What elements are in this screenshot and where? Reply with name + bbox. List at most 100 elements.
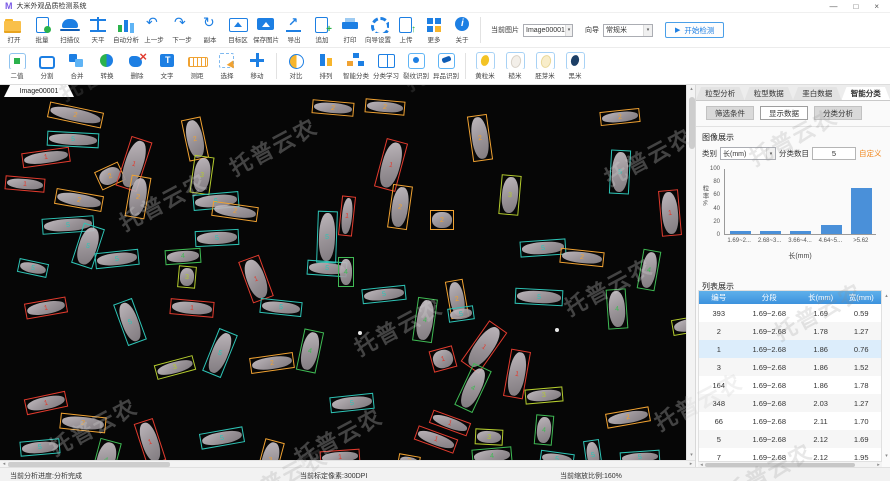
grain-box[interactable]: 3 bbox=[154, 355, 197, 380]
toolbar-item-append[interactable]: 追加 bbox=[308, 13, 336, 47]
custom-link[interactable]: 自定义 bbox=[859, 148, 882, 159]
toolbar-item-target-area[interactable]: 目标区 bbox=[224, 13, 252, 47]
toolbar-item-convert[interactable]: 转换 bbox=[92, 48, 122, 84]
grain-box[interactable]: 4 bbox=[90, 438, 122, 460]
table-row[interactable]: 11.69~2.681.860.76 bbox=[699, 340, 881, 358]
grain-box[interactable]: 5 bbox=[47, 131, 100, 149]
grain-box[interactable]: 2 bbox=[599, 108, 640, 126]
toolbar-item-save-image[interactable]: 保存图片 bbox=[252, 13, 280, 47]
toolbar-item-measure[interactable]: 测距 bbox=[182, 48, 212, 84]
table-header-cell[interactable]: 宽(mm) bbox=[841, 291, 881, 304]
grain-box[interactable]: 5 bbox=[620, 450, 661, 460]
grain-box[interactable]: 1 bbox=[374, 138, 408, 192]
maximize-button[interactable]: □ bbox=[853, 2, 858, 11]
grain-box[interactable]: 5 bbox=[515, 288, 564, 306]
tab-smart-classification[interactable]: 智能分类 bbox=[842, 87, 890, 100]
grain-box[interactable]: 2 bbox=[559, 248, 604, 268]
grain-box[interactable]: 3 bbox=[524, 386, 563, 404]
grain-box[interactable]: 1 bbox=[338, 195, 356, 236]
toolbar-item-select[interactable]: 选择 bbox=[212, 48, 242, 84]
table-row[interactable]: 3931.69~2.681.690.59 bbox=[699, 304, 881, 322]
image-tab[interactable]: Image00001 bbox=[4, 85, 74, 97]
toolbar-item-split[interactable]: 分割 bbox=[32, 48, 62, 84]
grain-box[interactable]: 5 bbox=[113, 298, 147, 346]
toolbar-item-auto-analysis[interactable]: 自动分析 bbox=[112, 13, 140, 47]
grain-box[interactable]: 1 bbox=[320, 449, 361, 460]
table-row[interactable]: 21.69~2.681.781.27 bbox=[699, 322, 881, 340]
grain-box[interactable]: 5 bbox=[316, 211, 338, 264]
toolbar-item-copy[interactable]: 副本 bbox=[196, 13, 224, 47]
toolbar-item-germ-rice[interactable]: 胚芽米 bbox=[530, 48, 560, 84]
table-row[interactable]: 71.69~2.682.121.95 bbox=[699, 448, 881, 462]
start-detection-button[interactable]: ▶ 开始检测 bbox=[665, 22, 724, 38]
grain-box[interactable]: 5 bbox=[202, 328, 238, 378]
grain-box[interactable]: 3 bbox=[189, 155, 214, 195]
grain-box[interactable]: 1 bbox=[658, 189, 682, 237]
grain-box[interactable]: 2 bbox=[605, 406, 651, 428]
grain-box[interactable]: 4 bbox=[296, 328, 324, 373]
grain-box[interactable]: 2 bbox=[364, 98, 405, 115]
table-row[interactable]: 661.69~2.682.111.70 bbox=[699, 412, 881, 430]
toolbar-item-smart-classify[interactable]: 智能分类 bbox=[341, 48, 371, 84]
grain-box[interactable]: 4 bbox=[471, 446, 512, 460]
table-row[interactable]: 51.69~2.682.121.69 bbox=[699, 430, 881, 448]
toolbar-item-yellow-rice[interactable]: 黄粒米 bbox=[470, 48, 500, 84]
grain-box[interactable]: 2 bbox=[255, 438, 285, 460]
grain-box[interactable]: 5 bbox=[609, 150, 631, 195]
toolbar-item-binary[interactable]: 二值 bbox=[2, 48, 32, 84]
table-header-cell[interactable]: 长(mm) bbox=[800, 291, 842, 304]
tab-grain-shape-analysis[interactable]: 粒型分析 bbox=[696, 87, 745, 100]
toolbar-item-text[interactable]: 文字 bbox=[152, 48, 182, 84]
toolbar-item-crack-detect[interactable]: 裂纹识别 bbox=[401, 48, 431, 84]
grain-box[interactable]: 3 bbox=[498, 174, 521, 216]
grain-box[interactable]: 1 bbox=[4, 175, 45, 192]
toolbar-item-print[interactable]: 打印 bbox=[336, 13, 364, 47]
toolbar-item-compare[interactable]: 对比 bbox=[281, 48, 311, 84]
grain-box[interactable]: 1 bbox=[238, 255, 274, 304]
grain-box[interactable]: 5 bbox=[329, 393, 374, 414]
canvas-vertical-scrollbar[interactable]: ▴ ▾ bbox=[686, 85, 695, 460]
grain-box[interactable]: 2 bbox=[249, 352, 295, 374]
table-header-cell[interactable]: 分段 bbox=[739, 291, 800, 304]
table-row[interactable]: 1641.69~2.681.861.78 bbox=[699, 376, 881, 394]
image-canvas[interactable]: Image00001 25112122325255125555431545425… bbox=[0, 85, 686, 460]
toolbar-item-arrange[interactable]: 排列 bbox=[311, 48, 341, 84]
grain-box[interactable]: 1 bbox=[24, 296, 68, 319]
toolbar-item-about[interactable]: 关于 bbox=[448, 13, 476, 47]
canvas-horizontal-scrollbar[interactable]: ◂ ▸ bbox=[0, 460, 695, 467]
scroll-up-icon[interactable]: ▴ bbox=[687, 85, 696, 94]
toolbar-item-balance[interactable]: 天平 bbox=[84, 13, 112, 47]
toolbar-item-foreign-detect[interactable]: 异品识别 bbox=[431, 48, 461, 84]
grain-box[interactable]: 2 bbox=[430, 210, 454, 230]
grain-box[interactable]: 5 bbox=[259, 298, 302, 317]
grain-box[interactable]: 1 bbox=[429, 345, 458, 372]
grain-box[interactable]: 2 bbox=[311, 99, 354, 117]
toolbar-item-batch[interactable]: 批量 bbox=[28, 13, 56, 47]
toolbar-item-scanner[interactable]: 扫描仪 bbox=[56, 13, 84, 47]
grain-box[interactable]: 2 bbox=[54, 188, 104, 212]
grain-box[interactable]: 3 bbox=[671, 314, 686, 336]
grain-box[interactable]: 2 bbox=[211, 201, 259, 222]
grain-box[interactable]: 5 bbox=[19, 438, 60, 456]
grain-box[interactable]: 4 bbox=[606, 288, 629, 329]
subtab-classification-analysis[interactable]: 分类分析 bbox=[814, 106, 862, 120]
close-button[interactable]: × bbox=[874, 2, 879, 11]
minimize-button[interactable]: — bbox=[829, 2, 837, 11]
table-scroll-down-icon[interactable]: ▾ bbox=[883, 452, 890, 460]
current-image-dropdown[interactable]: Image00001 ▾ bbox=[523, 24, 573, 37]
toolbar-item-wizard-settings[interactable]: 向导设置 bbox=[364, 13, 392, 47]
subtab-filter-conditions[interactable]: 筛选条件 bbox=[706, 106, 754, 120]
toolbar-item-previous-step[interactable]: 上一步 bbox=[140, 13, 168, 47]
grain-box[interactable]: 1 bbox=[24, 391, 68, 415]
wizard-dropdown[interactable]: 常规米 ▾ bbox=[603, 24, 653, 37]
toolbar-item-next-step[interactable]: 下一步 bbox=[168, 13, 196, 47]
grain-box[interactable]: 4 bbox=[534, 414, 555, 445]
grain-box[interactable]: 5 bbox=[94, 249, 139, 270]
grain-box[interactable]: 3 bbox=[475, 428, 504, 445]
grain-box[interactable]: 4 bbox=[454, 363, 492, 413]
grain-box[interactable]: 4 bbox=[637, 249, 662, 292]
scroll-down-icon[interactable]: ▾ bbox=[687, 451, 696, 460]
class-count-input[interactable]: 5 bbox=[812, 147, 856, 160]
grain-box[interactable]: 5 bbox=[199, 426, 245, 449]
grain-box[interactable]: 5 bbox=[447, 305, 475, 322]
